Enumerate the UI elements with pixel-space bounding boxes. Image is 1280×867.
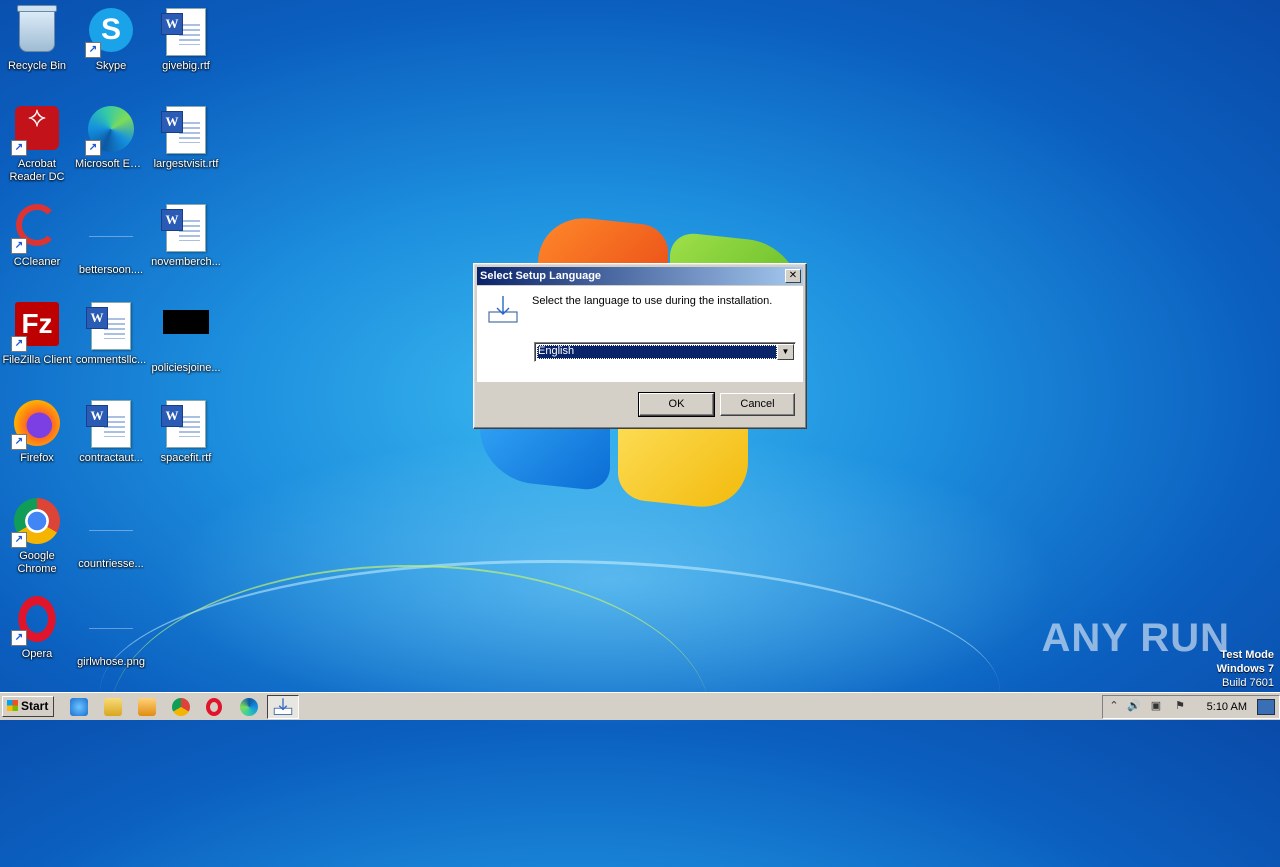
file-explorer-icon[interactable] [104, 698, 122, 716]
clock[interactable]: 5:10 AM [1207, 696, 1247, 718]
desktop-icon-label: Microsoft Edge [75, 158, 148, 170]
desktop-icon-opera[interactable]: ↗ Opera [0, 590, 74, 661]
close-button[interactable]: ✕ [785, 269, 801, 283]
chevron-down-icon[interactable]: ▼ [777, 344, 794, 360]
anyrun-watermark: ANY RUN [1041, 616, 1230, 660]
chrome-taskbar-icon[interactable] [172, 698, 190, 716]
internet-explorer-icon[interactable] [70, 698, 88, 716]
desktop-icon-label: countriesse... [78, 558, 144, 570]
desktop-icon-givebig[interactable]: W givebig.rtf [149, 2, 223, 73]
start-label: Start [21, 699, 49, 713]
system-tray: ⌃ 🔊 ▣ ⚑ 5:10 AM [1102, 695, 1280, 719]
opera-taskbar-icon[interactable] [206, 698, 222, 716]
ok-button[interactable]: OK [638, 392, 715, 417]
desktop-icon-bettersoon[interactable]: bettersoon.... [74, 198, 148, 277]
desktop-icon-label: FileZilla Client [2, 354, 72, 366]
desktop-icon-label: Opera [21, 648, 53, 660]
network-icon[interactable]: ▣ [1149, 699, 1163, 713]
word-document-icon: W [86, 400, 131, 448]
desktop-icon-label: policiesjoine... [151, 362, 221, 374]
desktop-icon-label: Acrobat Reader DC [9, 158, 65, 183]
test-mode-notice: Test Mode Windows 7 Build 7601 [1217, 648, 1274, 690]
desktop-icon-label: commentsllc... [75, 354, 147, 366]
action-center-flag-icon[interactable]: ⚑ [1173, 699, 1187, 713]
desktop-icon-label: Google Chrome [17, 550, 57, 575]
dialog-prompt: Select the language to use during the in… [532, 295, 773, 307]
desktop-icon-commentsllc[interactable]: W commentsllc... [74, 296, 148, 367]
setup-install-icon [488, 296, 518, 323]
desktop-icon-recycle-bin[interactable]: Recycle Bin [0, 2, 74, 73]
desktop-icon-spacefit[interactable]: W spacefit.rtf [149, 394, 223, 465]
test-mode-line1: Test Mode [1220, 649, 1274, 661]
word-document-icon: W [86, 302, 131, 350]
desktop-icon-countriesse[interactable]: countriesse... [74, 492, 148, 571]
desktop-icon-acrobat[interactable]: ↗ Acrobat Reader DC [0, 100, 74, 184]
language-selected-value: English [537, 345, 777, 359]
word-document-icon: W [161, 204, 206, 252]
desktop-icon-skype[interactable]: S ↗ Skype [74, 2, 148, 73]
desktop-icon-label: largestvisit.rtf [153, 158, 219, 170]
desktop-icon-firefox[interactable]: ↗ Firefox [0, 394, 74, 465]
word-document-icon: W [161, 8, 206, 56]
desktop-icon-largestvisit[interactable]: W largestvisit.rtf [149, 100, 223, 171]
image-thumbnail-icon [163, 310, 209, 334]
desktop-icon-edge[interactable]: ↗ Microsoft Edge [74, 100, 148, 171]
language-select[interactable]: English ▼ [534, 342, 796, 362]
desktop-icon-label: Recycle Bin [7, 60, 67, 72]
taskbar: Start ⌃ 🔊 ▣ ⚑ 5:10 AM [0, 692, 1280, 720]
media-player-icon[interactable] [138, 698, 156, 716]
word-document-icon: W [161, 400, 206, 448]
dialog-title: Select Setup Language [480, 270, 602, 282]
windows-flag-icon [7, 700, 18, 711]
start-button[interactable]: Start [2, 696, 54, 717]
blank-file-icon [89, 506, 133, 531]
desktop-icon-chrome[interactable]: ↗ Google Chrome [0, 492, 74, 576]
desktop-icon-label: novemberch... [151, 256, 221, 268]
desktop-icon-label: contractaut... [79, 452, 143, 464]
desktop-icon-ccleaner[interactable]: ↗ CCleaner [0, 198, 74, 269]
desktop-icon-label: bettersoon.... [78, 264, 144, 276]
test-mode-line3: Build 7601 [1222, 677, 1274, 689]
dialog-titlebar[interactable]: Select Setup Language ✕ [477, 267, 803, 285]
setup-install-icon [273, 698, 293, 715]
setup-language-dialog: Select Setup Language ✕ Select the langu… [473, 263, 807, 429]
recycle-bin-icon [17, 5, 57, 52]
desktop-icon-filezilla[interactable]: Fz ↗ FileZilla Client [0, 296, 74, 367]
show-hidden-icons-icon[interactable]: ⌃ [1107, 699, 1121, 713]
dialog-content: Select the language to use during the in… [477, 286, 803, 382]
cancel-button[interactable]: Cancel [720, 393, 795, 416]
show-desktop-icon[interactable] [1257, 699, 1275, 715]
volume-icon[interactable]: 🔊 [1127, 699, 1141, 713]
desktop-icon-label: givebig.rtf [162, 60, 210, 72]
desktop-icon-label: Firefox [20, 452, 54, 464]
test-mode-line2: Windows 7 [1216, 663, 1274, 675]
desktop-icon-label: girlwhose.png [77, 656, 145, 668]
desktop-icon-girlwhose[interactable]: girlwhose.png [74, 590, 148, 669]
close-icon: ✕ [788, 270, 798, 281]
blank-file-icon [89, 212, 133, 237]
desktop-icon-contractaut[interactable]: W contractaut... [74, 394, 148, 465]
blank-file-icon [89, 604, 133, 629]
desktop-icon-label: spacefit.rtf [160, 452, 212, 464]
desktop-icon-policiesjoine[interactable]: policiesjoine... [149, 296, 223, 375]
word-document-icon: W [161, 106, 206, 154]
taskbar-setup-button[interactable] [267, 695, 299, 719]
desktop-icon-novemberch[interactable]: W novemberch... [149, 198, 223, 269]
desktop-icon-label: CCleaner [13, 256, 61, 268]
edge-taskbar-icon[interactable] [240, 698, 258, 716]
desktop-icon-label: Skype [95, 60, 127, 72]
